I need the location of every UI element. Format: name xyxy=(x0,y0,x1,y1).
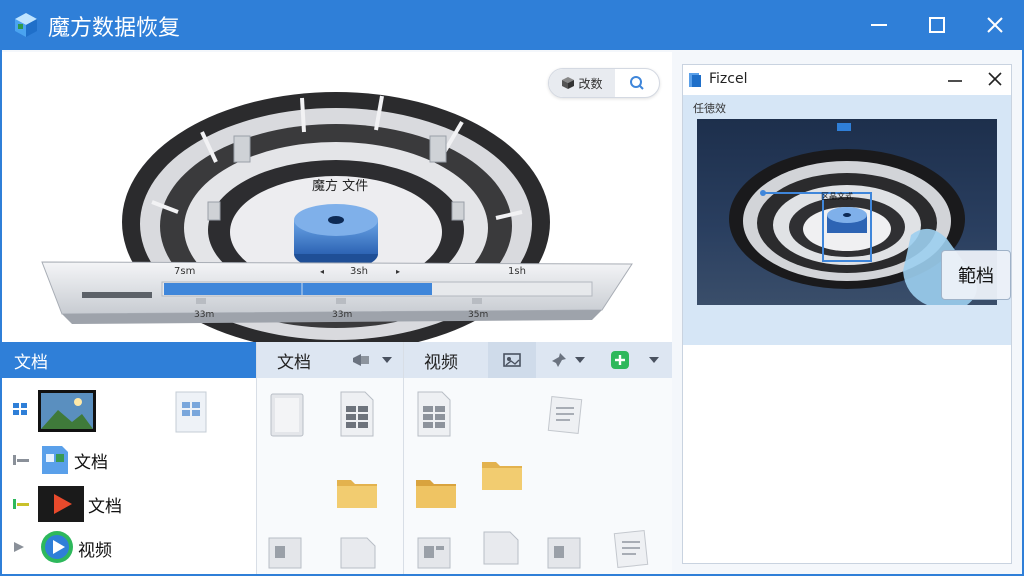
preview-badge[interactable]: 範档 xyxy=(941,250,1011,300)
mid-pane xyxy=(257,378,403,574)
video-player-icon xyxy=(38,486,84,522)
document-icon xyxy=(175,391,207,433)
ruler-label-1: 7sm xyxy=(174,266,195,277)
ruler-sublabel-3: 35m xyxy=(468,310,488,320)
pane-divider xyxy=(256,342,257,574)
video-play-icon xyxy=(41,531,73,563)
scan-mode-label: 改数 xyxy=(578,76,603,91)
blank-file-icon[interactable] xyxy=(269,392,307,440)
title-bar: 魔方数据恢复 xyxy=(0,0,1024,50)
spreadsheet-file-icon[interactable] xyxy=(339,390,377,440)
chevron-down-icon[interactable] xyxy=(574,355,586,365)
tree-item-documents-1[interactable]: 文档 xyxy=(2,438,256,482)
mid-pane-title: 文档 xyxy=(277,352,311,373)
right-pane xyxy=(404,378,672,574)
image-view-icon xyxy=(503,353,521,367)
disk-illustration-panel: 魔方 文件 7sm 3sh 1sh ◂ ▸ 33m 33m 35m 改数 xyxy=(2,52,672,342)
grid-icon xyxy=(13,403,27,415)
list-icon xyxy=(13,499,29,509)
svg-text:▸: ▸ xyxy=(396,267,400,276)
chevron-down-icon[interactable] xyxy=(381,355,393,365)
preview-title: Fizcel xyxy=(709,71,748,87)
maximize-icon xyxy=(929,17,945,33)
minimize-icon xyxy=(871,24,887,26)
scan-mode-button[interactable]: 改数 xyxy=(549,69,615,97)
search-button[interactable] xyxy=(615,75,659,91)
preview-body: 任徳效 区晶文式 範档 xyxy=(683,95,1011,345)
archive-file-icon[interactable] xyxy=(480,528,524,568)
mid-pane-header: 文档 xyxy=(257,342,403,378)
folder-icon[interactable] xyxy=(335,474,379,510)
blue-document-icon xyxy=(42,446,68,474)
left-pane-title: 文档 xyxy=(14,352,48,373)
megaphone-icon[interactable] xyxy=(351,351,373,369)
left-pane: 文档 文档 视频 xyxy=(2,378,256,574)
file-preview-icon xyxy=(689,73,701,87)
ruler-label-2: 3sh xyxy=(350,266,368,277)
close-button[interactable] xyxy=(978,8,1012,42)
ruler-label-3: 1sh xyxy=(508,266,526,277)
minimize-button[interactable] xyxy=(862,8,896,42)
play-small-icon xyxy=(14,542,24,552)
tree-item-documents-2[interactable]: 文档 xyxy=(2,482,256,526)
preview-screen-label: 区晶文式 xyxy=(821,191,853,201)
chevron-down-icon[interactable] xyxy=(648,355,660,365)
folder-icon[interactable] xyxy=(480,456,524,492)
archive-file-icon[interactable] xyxy=(337,534,379,570)
tree-item-label: 文档 xyxy=(74,452,108,473)
tree-item-label: 文档 xyxy=(88,496,122,517)
image-file-icon[interactable] xyxy=(267,534,307,570)
search-pill[interactable]: 改数 xyxy=(548,68,660,98)
text-file-icon[interactable] xyxy=(610,528,652,570)
svg-text:◂: ◂ xyxy=(320,267,324,276)
preview-close-icon[interactable] xyxy=(985,69,1005,89)
tree-item-label: 视频 xyxy=(78,540,112,561)
image-file-icon[interactable] xyxy=(416,534,456,570)
add-icon[interactable] xyxy=(610,350,630,370)
cube-icon xyxy=(562,77,575,89)
preview-window: Fizcel 任徳效 区晶文式 範档 xyxy=(682,64,1012,564)
app-title: 魔方数据恢复 xyxy=(48,16,181,41)
pin-icon[interactable] xyxy=(550,351,570,369)
close-icon xyxy=(987,17,1003,33)
right-pane-header: 视频 xyxy=(404,342,672,378)
ruler-sublabel-2: 33m xyxy=(332,310,352,320)
left-pane-header[interactable]: 文档 xyxy=(2,342,256,378)
search-icon xyxy=(630,76,644,90)
tree-item-videos[interactable]: 视频 xyxy=(2,526,256,570)
list-icon xyxy=(13,455,29,465)
preview-title-bar: Fizcel xyxy=(683,65,1011,95)
cube-logo-icon xyxy=(15,13,37,37)
text-file-icon[interactable] xyxy=(544,394,586,436)
image-thumbnail-icon xyxy=(38,390,96,432)
spreadsheet-file-icon[interactable] xyxy=(416,390,454,440)
preview-subtitle: 任徳效 xyxy=(693,102,726,115)
ruler-sublabel-1: 33m xyxy=(194,310,214,320)
folder-icon[interactable] xyxy=(414,474,458,510)
hub-label: 魔方 文件 xyxy=(312,178,368,194)
preview-minimize-icon[interactable] xyxy=(945,69,965,89)
image-file-icon[interactable] xyxy=(546,534,586,570)
maximize-button[interactable] xyxy=(920,8,954,42)
right-pane-title: 视频 xyxy=(424,352,458,373)
tree-item-images[interactable] xyxy=(2,388,256,433)
view-toggle-button[interactable] xyxy=(488,342,536,378)
